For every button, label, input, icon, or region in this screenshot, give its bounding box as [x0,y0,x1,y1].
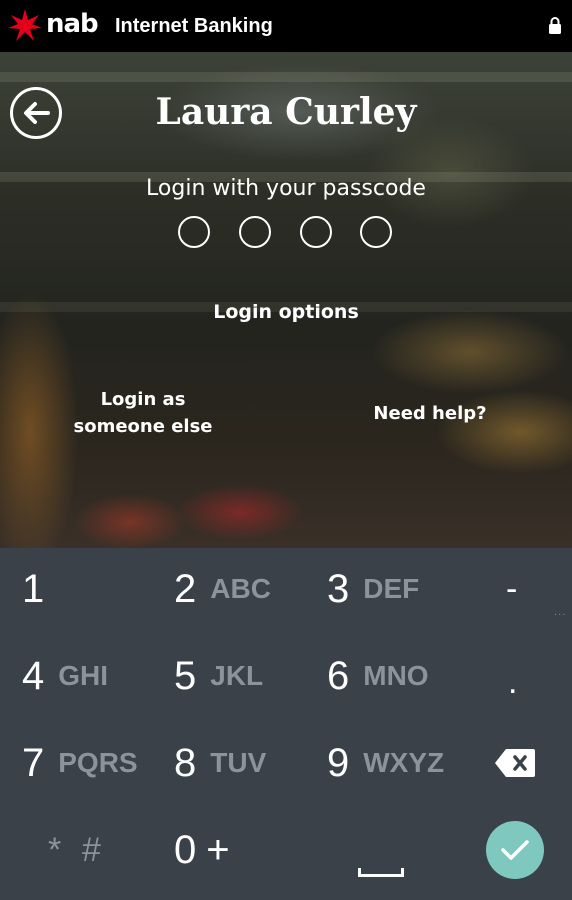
key-letters: TUV [210,747,267,778]
key-0[interactable]: 0 + [174,806,230,894]
key-period[interactable]: . [508,638,517,726]
key-9[interactable]: 9 WXYZ [327,719,444,807]
key-7[interactable]: 7 PQRS [22,719,138,807]
key-digit: 6 [327,653,350,698]
key-digit: 5 [174,653,197,698]
key-digit: 2 [174,566,197,611]
key-3[interactable]: 3 DEF [327,545,419,633]
space-icon[interactable] [358,868,404,877]
passcode-prompt: Login with your passcode [146,176,426,201]
key-letters: DEF [363,573,420,604]
key-backspace[interactable] [494,719,536,807]
key-digit: 3 [327,566,350,611]
enter-button[interactable] [486,821,544,879]
passcode-dot [300,216,332,248]
key-letters: GHI [58,660,109,691]
key-letters: WXYZ [363,747,445,778]
nab-star-logo-icon [8,9,42,41]
key-5[interactable]: 5 JKL [174,632,263,720]
key-minus[interactable]: - [506,545,517,633]
key-hash[interactable]: # [82,806,101,894]
key-star[interactable]: * [48,806,61,894]
login-options-link[interactable]: Login options [0,298,572,326]
key-letters: MNO [363,660,429,691]
key-digit: 8 [174,740,197,785]
login-else-line1: Login as [100,389,186,410]
key-minus-label: - [506,569,518,608]
key-digit: 4 [22,653,45,698]
key-4[interactable]: 4 GHI [22,632,108,720]
key-digit: 1 [22,566,45,611]
check-icon [501,840,529,860]
passcode-dot [360,216,392,248]
key-8[interactable]: 8 TUV [174,719,266,807]
key-digit: 7 [22,740,45,785]
key-letters: ABC [210,573,271,604]
user-name: Laura Curley [155,91,417,133]
passcode-dot [178,216,210,248]
key-letters: PQRS [58,747,138,778]
passcode-dot [239,216,271,248]
top-bar: nab Internet Banking [0,0,572,52]
brand-name: nab [46,9,99,39]
login-someone-else-link[interactable]: Login as someone else [60,386,226,440]
key-plus-label: + [206,827,230,872]
need-help-link[interactable]: Need help? [360,400,500,427]
key-1[interactable]: 1 [22,545,44,633]
key-digit: 9 [327,740,350,785]
key-letters: JKL [210,660,264,691]
more-symbols-indicator: ... [554,607,567,618]
key-hash-label: # [82,830,101,869]
key-star-label: * [48,830,62,869]
login-else-line2: someone else [73,416,213,437]
passcode-dots [178,216,394,252]
key-2[interactable]: 2 ABC [174,545,271,633]
key-6[interactable]: 6 MNO [327,632,429,720]
key-digit: 0 [174,827,197,872]
backspace-icon [495,749,535,777]
app-title: Internet Banking [115,15,273,37]
lock-icon [549,17,561,34]
key-period-label: . [508,662,518,701]
